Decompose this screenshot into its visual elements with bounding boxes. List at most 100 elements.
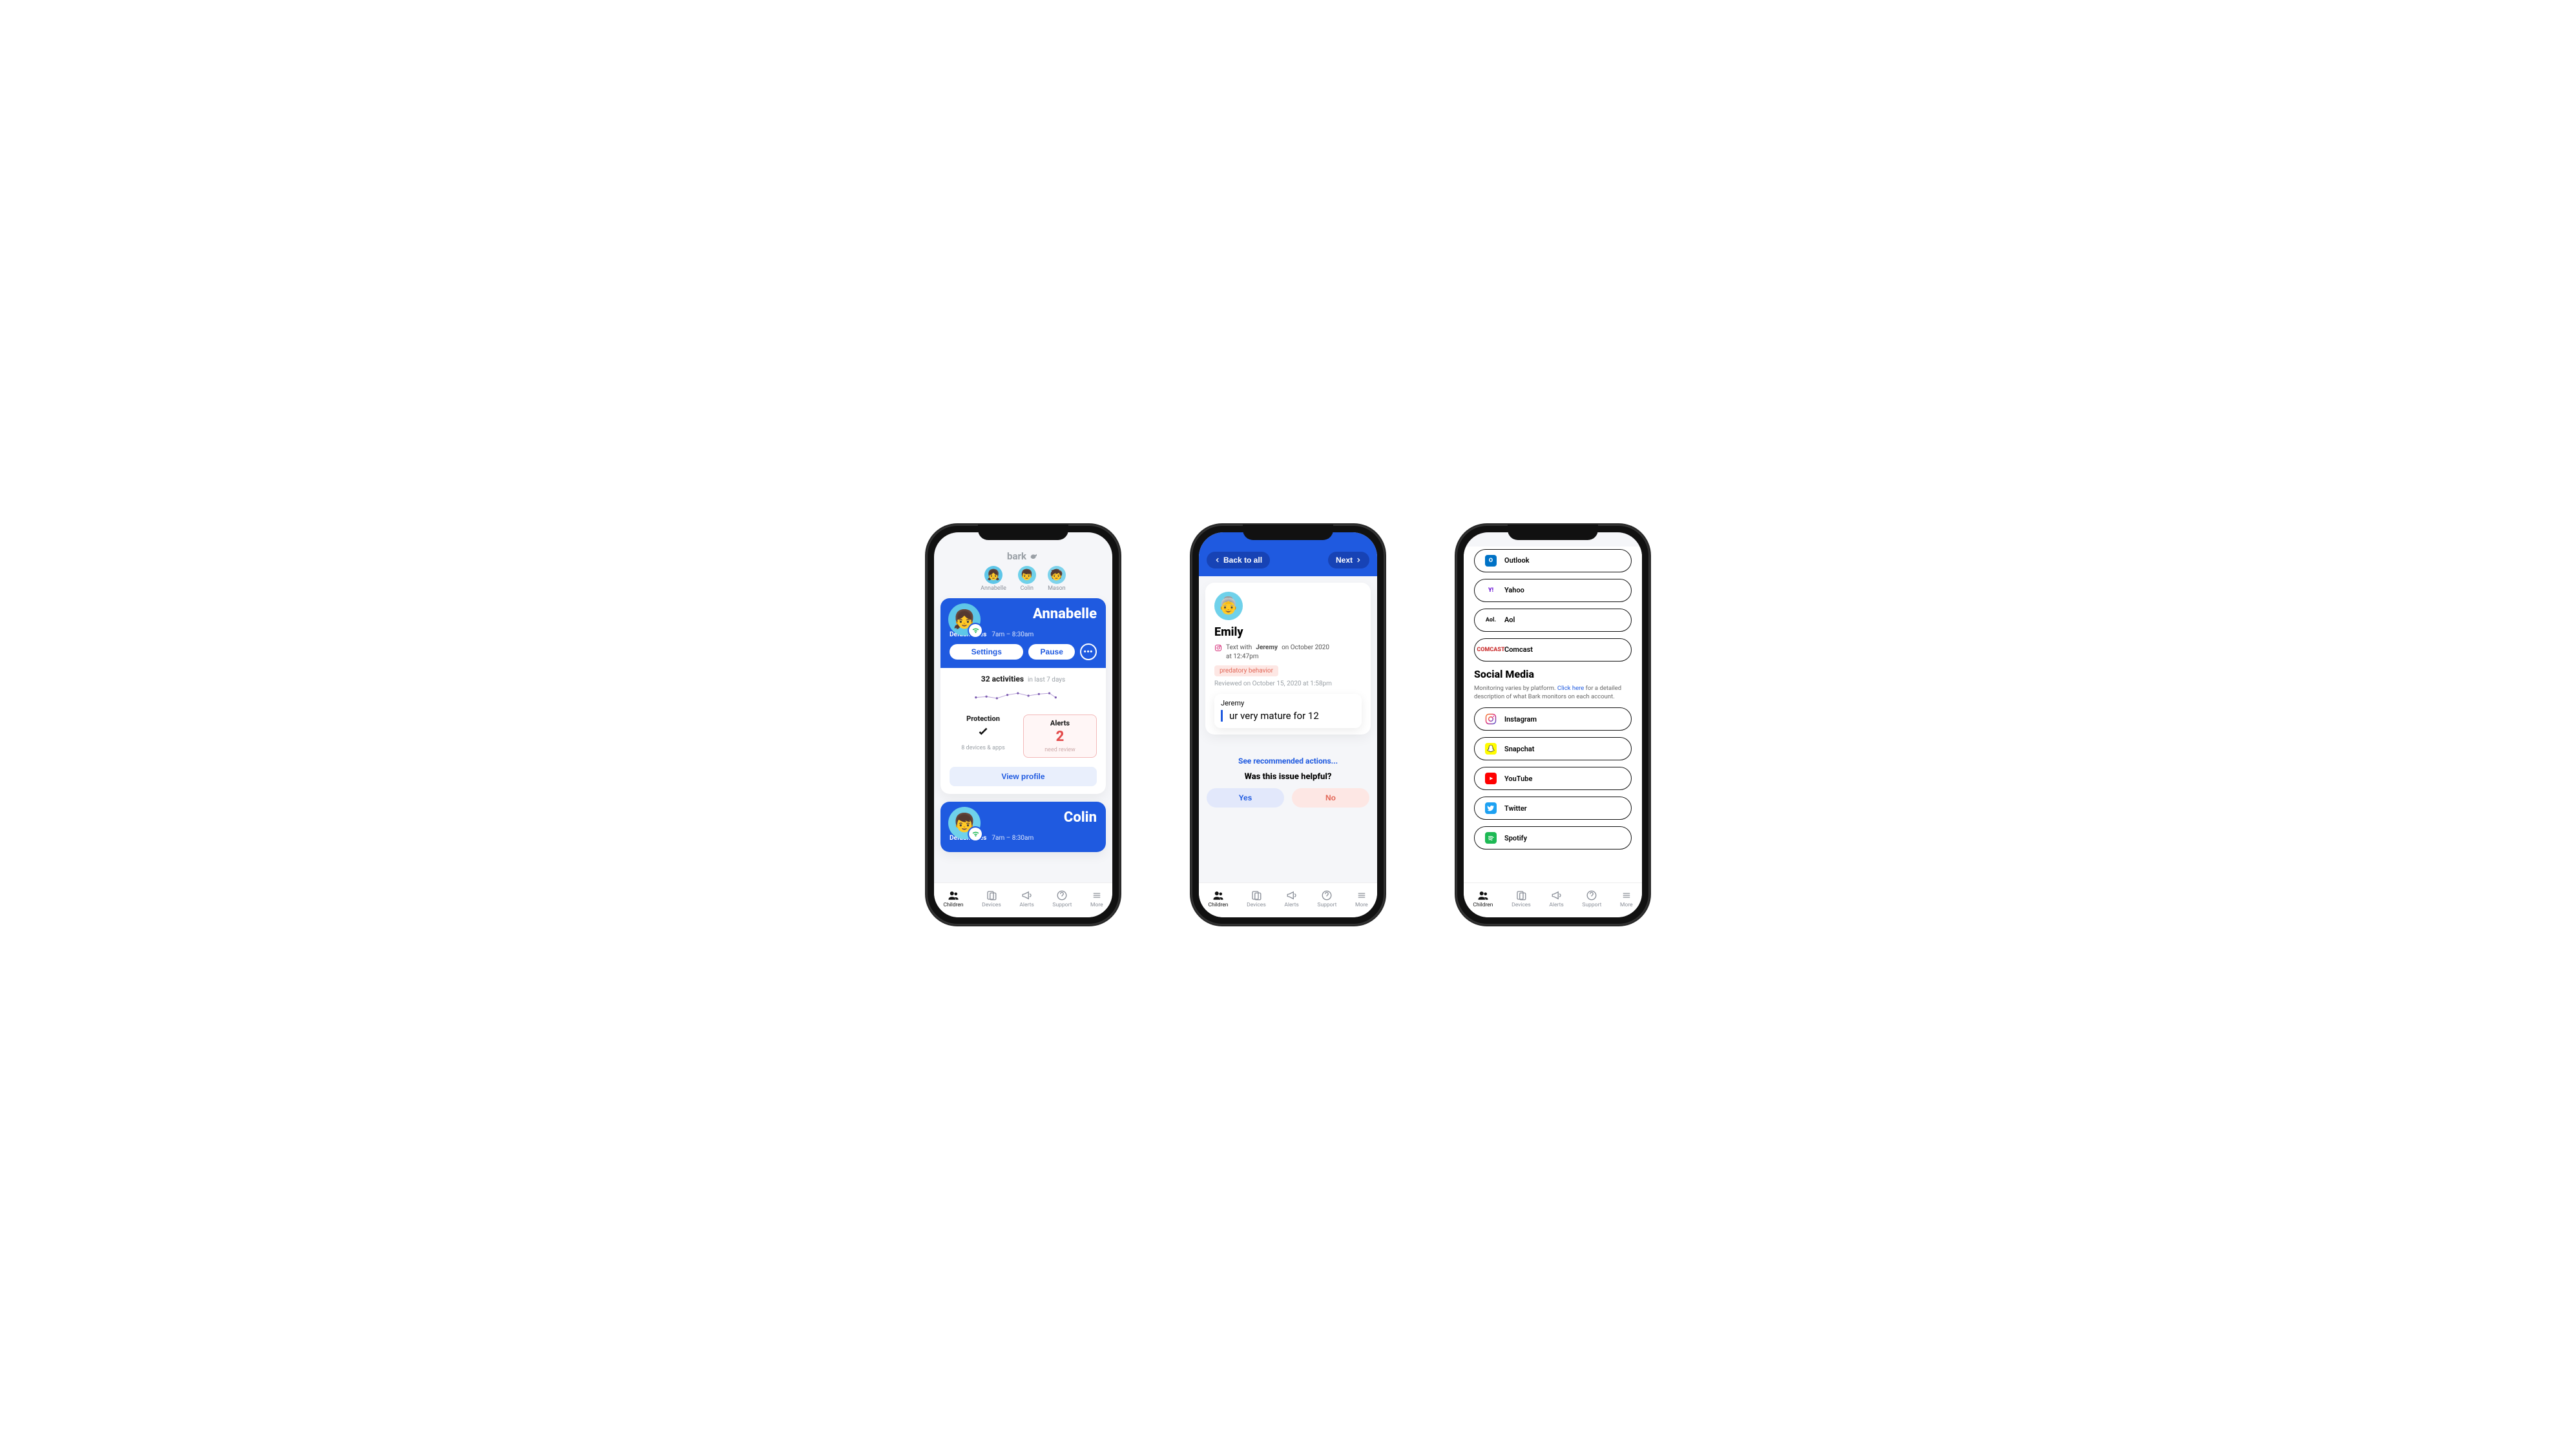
avatar-icon: 👧 — [984, 566, 1002, 584]
click-here-link[interactable]: Click here — [1557, 685, 1584, 692]
tab-label: More — [1355, 902, 1368, 908]
tab-support[interactable]: Support — [1317, 890, 1336, 908]
spotify-icon — [1485, 832, 1497, 844]
service-label: Aol — [1504, 616, 1515, 624]
service-youtube[interactable]: YouTube — [1474, 767, 1632, 790]
pause-button[interactable]: Pause — [1028, 644, 1075, 660]
service-twitter[interactable]: Twitter — [1474, 797, 1632, 820]
outlook-icon: O — [1485, 555, 1497, 567]
service-spotify[interactable]: Spotify — [1474, 826, 1632, 850]
tab-devices[interactable]: Devices — [1247, 890, 1266, 908]
activities-sub: in last 7 days — [1028, 676, 1065, 683]
tab-alerts[interactable]: Alerts — [1019, 890, 1034, 908]
service-snapchat[interactable]: Snapchat — [1474, 737, 1632, 760]
tab-label: Alerts — [1549, 902, 1563, 908]
kid-label: Colin — [1021, 585, 1034, 592]
tab-more[interactable]: More — [1090, 890, 1103, 908]
alerts-sub: need review — [1026, 747, 1094, 753]
megaphone-icon — [1551, 890, 1563, 901]
tab-alerts[interactable]: Alerts — [1284, 890, 1298, 908]
tab-more[interactable]: More — [1355, 890, 1368, 908]
tab-support[interactable]: Support — [1582, 890, 1601, 908]
service-label: Spotify — [1504, 834, 1527, 842]
protection-label: Protection — [950, 714, 1017, 723]
protection-block[interactable]: Protection 8 devices & apps — [950, 714, 1017, 758]
menu-icon — [1356, 890, 1367, 901]
no-button[interactable]: No — [1292, 788, 1369, 808]
tab-label: Children — [1473, 902, 1493, 908]
back-button[interactable]: Back to all — [1207, 552, 1270, 568]
phone-1: bark 👧 Annabelle 👦 Colin 🧒 Mason — [926, 525, 1120, 925]
instagram-icon — [1214, 644, 1222, 652]
section-description: Monitoring varies by platform. Click her… — [1474, 684, 1632, 702]
meta-prefix: Text with — [1226, 644, 1252, 651]
service-label: YouTube — [1504, 775, 1532, 783]
tab-more[interactable]: More — [1620, 890, 1633, 908]
tab-devices[interactable]: Devices — [1511, 890, 1531, 908]
service-outlook[interactable]: O Outlook — [1474, 549, 1632, 572]
tab-devices[interactable]: Devices — [982, 890, 1001, 908]
service-comcast[interactable]: COMCAST Comcast — [1474, 638, 1632, 662]
avatar-icon: 👵 — [1214, 592, 1243, 620]
message-body: ur very mature for 12 — [1221, 710, 1355, 722]
protection-sub: 8 devices & apps — [950, 745, 1017, 751]
wifi-badge-icon — [969, 828, 982, 840]
meta-other-name: Jeremy — [1256, 644, 1278, 651]
desc-1: Monitoring varies by platform. — [1474, 685, 1557, 692]
activities-section: 32 activities in last 7 days — [940, 668, 1106, 714]
tab-label: Children — [1208, 902, 1228, 908]
tab-children[interactable]: Children — [1208, 890, 1228, 908]
service-label: Comcast — [1504, 645, 1533, 654]
service-aol[interactable]: Aol. Aol — [1474, 609, 1632, 632]
question-icon — [1586, 890, 1597, 901]
tab-label: More — [1620, 902, 1633, 908]
alert-child-name: Emily — [1214, 625, 1362, 639]
tab-label: Alerts — [1019, 902, 1034, 908]
menu-icon — [1621, 890, 1632, 901]
tab-label: Devices — [982, 902, 1001, 908]
next-button[interactable]: Next — [1328, 552, 1369, 568]
kid-label: Mason — [1048, 585, 1066, 592]
chevron-left-icon — [1214, 557, 1221, 563]
yes-button[interactable]: Yes — [1207, 788, 1284, 808]
tab-bar: Children Devices Alerts Support More — [1464, 882, 1642, 917]
tab-label: Alerts — [1284, 902, 1298, 908]
avatar-icon: 🧒 — [1048, 566, 1066, 584]
tab-label: Support — [1582, 902, 1601, 908]
devices-icon — [986, 890, 997, 901]
tab-alerts[interactable]: Alerts — [1549, 890, 1563, 908]
settings-button[interactable]: Settings — [950, 644, 1023, 660]
phone-2: Back to all Next 👵 Emily Text with Jerem… — [1191, 525, 1385, 925]
kid-mason[interactable]: 🧒 Mason — [1048, 566, 1066, 592]
people-icon — [948, 890, 959, 901]
service-yahoo[interactable]: Y! Yahoo — [1474, 579, 1632, 602]
devices-icon — [1515, 890, 1527, 901]
service-label: Outlook — [1504, 556, 1530, 565]
message-from: Jeremy — [1221, 699, 1355, 707]
next-label: Next — [1336, 556, 1353, 565]
question-icon — [1321, 890, 1333, 901]
service-instagram[interactable]: Instagram — [1474, 707, 1632, 731]
phone-3: O Outlook Y! Yahoo Aol. Aol COMCAST Comc… — [1456, 525, 1650, 925]
message-card: Jeremy ur very mature for 12 — [1214, 694, 1362, 728]
tab-label: Children — [943, 902, 963, 908]
tab-children[interactable]: Children — [1473, 890, 1493, 908]
rules-time: 7am – 8:30am — [992, 631, 1034, 638]
instagram-icon — [1485, 713, 1497, 725]
tab-support[interactable]: Support — [1052, 890, 1072, 908]
devices-icon — [1251, 890, 1262, 901]
tab-bar: Children Devices Alerts Support More — [1199, 882, 1377, 917]
brand-logo: bark — [934, 550, 1112, 562]
tab-children[interactable]: Children — [943, 890, 963, 908]
service-label: Instagram — [1504, 715, 1537, 724]
more-button[interactable]: ••• — [1080, 643, 1097, 660]
menu-icon — [1091, 890, 1103, 901]
people-icon — [1212, 890, 1224, 901]
alerts-block[interactable]: Alerts 2 need review — [1023, 714, 1097, 758]
kid-colin[interactable]: 👦 Colin — [1018, 566, 1036, 592]
people-icon — [1477, 890, 1489, 901]
kid-annabelle[interactable]: 👧 Annabelle — [981, 566, 1006, 592]
megaphone-icon — [1286, 890, 1298, 901]
recommended-actions-link[interactable]: See recommended actions... — [1199, 756, 1377, 766]
view-profile-button[interactable]: View profile — [950, 767, 1097, 786]
